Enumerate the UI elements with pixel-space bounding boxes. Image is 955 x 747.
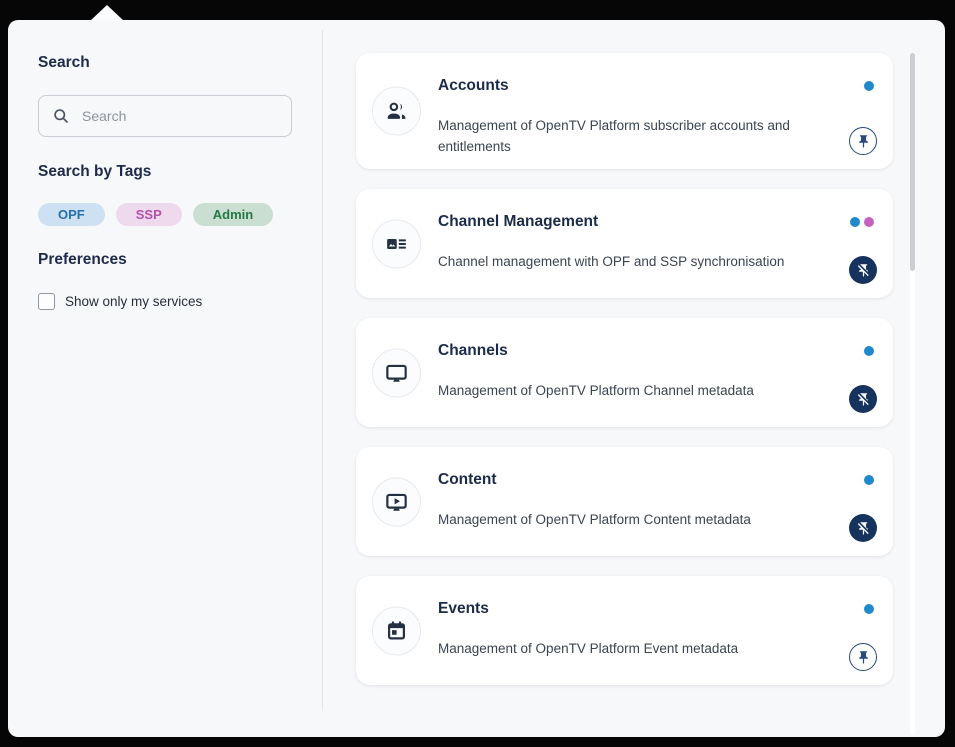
status-dots xyxy=(850,217,874,227)
services-list: Accounts Management of OpenTV Platform s… xyxy=(322,20,945,737)
service-title: Accounts xyxy=(438,77,797,95)
search-box xyxy=(38,95,292,137)
service-icon xyxy=(384,231,409,256)
service-title: Events xyxy=(438,600,797,618)
service-icon-circle xyxy=(372,219,421,268)
search-input[interactable] xyxy=(80,107,279,125)
show-only-my-services-row: Show only my services xyxy=(38,293,292,310)
status-dot xyxy=(864,346,874,356)
scrollbar-thumb[interactable] xyxy=(910,53,915,271)
pin-button[interactable] xyxy=(849,256,877,284)
service-icon xyxy=(384,489,409,514)
show-only-my-services-label: Show only my services xyxy=(65,294,202,309)
services-popover: Search Search by Tags OPF SSP Admin Prefer… xyxy=(8,20,945,737)
status-dots xyxy=(864,475,874,485)
service-icon-circle xyxy=(372,606,421,655)
show-only-my-services-checkbox[interactable] xyxy=(38,293,55,310)
service-icon-circle xyxy=(372,348,421,397)
popover-arrow xyxy=(90,5,124,21)
status-dot xyxy=(850,217,860,227)
service-card-partial[interactable] xyxy=(356,725,893,737)
service-icon xyxy=(384,360,409,385)
status-dot xyxy=(864,217,874,227)
service-icon-circle xyxy=(372,477,421,526)
service-description: Management of OpenTV Platform subscriber… xyxy=(438,115,797,157)
tag-pill[interactable]: SSP xyxy=(116,203,182,226)
service-icon-circle xyxy=(372,87,421,136)
service-title: Content xyxy=(438,471,797,489)
service-title: Channels xyxy=(438,342,797,360)
service-icon xyxy=(384,99,409,124)
tag-pill[interactable]: OPF xyxy=(38,203,105,226)
service-card[interactable]: Channels Management of OpenTV Platform C… xyxy=(356,318,893,427)
pin-button[interactable] xyxy=(849,643,877,671)
service-description: Management of OpenTV Platform Content me… xyxy=(438,509,797,530)
service-card[interactable]: Events Management of OpenTV Platform Eve… xyxy=(356,576,893,685)
tags-heading: Search by Tags xyxy=(38,163,292,181)
status-dots xyxy=(864,81,874,91)
service-icon xyxy=(384,618,409,643)
unpin-icon xyxy=(856,521,871,536)
status-dot xyxy=(864,81,874,91)
service-description: Channel management with OPF and SSP sync… xyxy=(438,251,797,272)
status-dots xyxy=(864,604,874,614)
tags-row: OPF SSP Admin xyxy=(38,203,292,226)
search-icon xyxy=(51,106,71,126)
preferences-heading: Preferences xyxy=(38,251,292,269)
scrollbar-track xyxy=(910,53,915,735)
unpin-icon xyxy=(856,392,871,407)
unpin-icon xyxy=(856,263,871,278)
pin-button[interactable] xyxy=(849,385,877,413)
pin-button[interactable] xyxy=(849,127,877,155)
service-title: Channel Management xyxy=(438,213,797,231)
service-card[interactable]: Channel Management Channel management wi… xyxy=(356,189,893,298)
pin-button[interactable] xyxy=(849,514,877,542)
service-card[interactable]: Accounts Management of OpenTV Platform s… xyxy=(356,53,893,169)
status-dots xyxy=(864,346,874,356)
service-description: Management of OpenTV Platform Channel me… xyxy=(438,380,797,401)
pin-icon xyxy=(856,134,871,149)
status-dot xyxy=(864,475,874,485)
service-description: Management of OpenTV Platform Event meta… xyxy=(438,638,797,659)
search-sidebar: Search Search by Tags OPF SSP Admin Prefer… xyxy=(8,20,322,737)
search-heading: Search xyxy=(38,54,292,72)
tag-pill[interactable]: Admin xyxy=(193,203,273,226)
status-dot xyxy=(864,604,874,614)
service-card[interactable]: Content Management of OpenTV Platform Co… xyxy=(356,447,893,556)
pin-icon xyxy=(856,650,871,665)
